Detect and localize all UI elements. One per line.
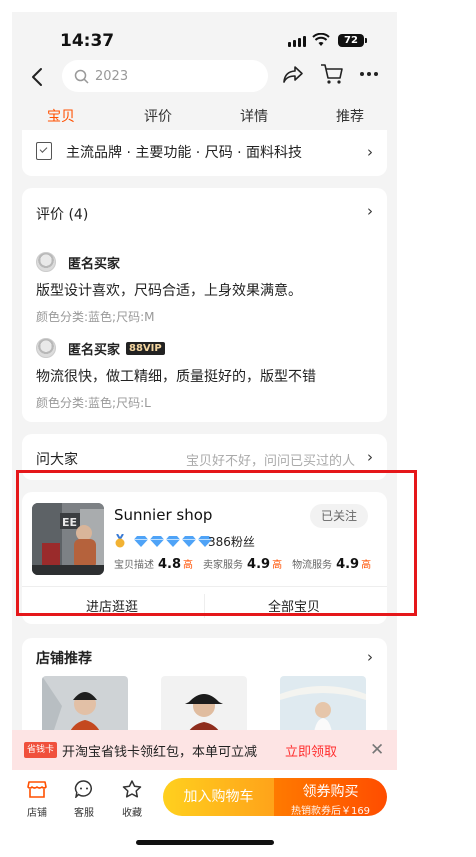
store-button[interactable]: 店铺 <box>20 780 54 819</box>
chevron-right-icon[interactable]: › <box>367 648 373 666</box>
status-bar: 14:37 72 <box>12 12 397 56</box>
diamond-icon <box>150 535 164 547</box>
promo-message: 开淘宝省钱卡领红包，本单可立减 <box>62 745 258 760</box>
home-indicator <box>136 840 274 845</box>
savings-card-tag: 省钱卡 <box>24 742 57 758</box>
score-value: 4.8 <box>158 557 182 572</box>
score-level: 高 <box>361 560 372 571</box>
favorite-button[interactable]: 收藏 <box>115 780 149 819</box>
divider <box>204 594 205 618</box>
chevron-right-icon: › <box>367 202 373 220</box>
medal-icon <box>115 534 125 548</box>
avatar <box>36 252 56 272</box>
score-level: 高 <box>272 560 283 571</box>
tab-items[interactable]: 宝贝 <box>47 106 75 126</box>
shop-name[interactable]: Sunnier shop <box>114 506 212 524</box>
diamond-icon <box>166 535 180 547</box>
score-value: 4.9 <box>336 557 360 572</box>
tab-reviews[interactable]: 评价 <box>144 106 172 126</box>
vip-badge: 88VIP <box>126 341 165 355</box>
cellular-signal-icon <box>288 36 306 47</box>
battery-tip <box>365 38 367 43</box>
review-item: 匿名买家 88VIP 物流很快，做工精细，质量挺好的，版型不错 颜色分类:蓝色;… <box>36 338 376 411</box>
diamond-icon <box>182 535 196 547</box>
review-meta: 颜色分类:蓝色;尺码:L <box>36 396 151 410</box>
params-row[interactable]: 主流品牌 · 主要功能 · 尺码 · 面料科技 › <box>22 130 387 176</box>
share-icon[interactable] <box>282 64 304 84</box>
add-to-cart-button[interactable]: 加入购物车 <box>163 778 274 816</box>
buy-title: 领券购买 <box>302 784 359 800</box>
checklist-icon <box>36 142 52 160</box>
customer-service-button[interactable]: 客服 <box>67 780 101 819</box>
enter-shop-button[interactable]: 进店逛逛 <box>86 596 138 615</box>
store-label: 店铺 <box>27 808 47 819</box>
cart-icon[interactable] <box>320 63 344 85</box>
close-icon[interactable]: ✕ <box>370 740 384 760</box>
service-label: 客服 <box>74 808 94 819</box>
review-text: 版型设计喜欢，尺码合适，上身效果满意。 <box>36 283 302 299</box>
search-icon <box>74 69 89 84</box>
chevron-right-icon: › <box>367 448 373 466</box>
score-label: 物流服务 <box>292 560 333 571</box>
star-icon <box>122 780 142 798</box>
review-username: 匿名买家 <box>68 342 121 358</box>
tab-details[interactable]: 详情 <box>240 106 268 126</box>
battery-icon: 72 <box>338 34 364 47</box>
store-icon <box>27 781 47 798</box>
wifi-icon <box>312 33 330 46</box>
ask-title: 问大家 <box>36 452 78 468</box>
shop-level-badges <box>114 534 212 548</box>
promo-banner[interactable]: 省钱卡 开淘宝省钱卡领红包，本单可立减 立即领取 ✕ <box>12 730 397 770</box>
score-label: 卖家服务 <box>203 560 244 571</box>
avatar <box>36 338 56 358</box>
review-username: 匿名买家 <box>68 256 121 272</box>
shop-scores: 宝贝描述 4.8 高 卖家服务 4.9 高 物流服务 4.9 高 <box>114 556 381 572</box>
score-value: 4.9 <box>247 557 271 572</box>
shop-card[interactable]: EE Sunnier shop 已关注 386粉丝 宝贝描述 4.8 高 卖家服… <box>22 492 387 624</box>
shop-logo-image[interactable]: EE <box>32 503 104 575</box>
status-time: 14:37 <box>60 31 115 51</box>
phone-screen: 14:37 72 2023 宝贝 评价 详情 推荐 主流品牌 · 主要功能 · … <box>12 12 397 857</box>
divider <box>22 586 387 587</box>
review-item: 匿名买家 版型设计喜欢，尺码合适，上身效果满意。 颜色分类:蓝色;尺码:M <box>36 252 376 325</box>
follow-button[interactable]: 已关注 <box>310 504 368 528</box>
score-label: 宝贝描述 <box>114 560 154 571</box>
buy-with-coupon-button[interactable]: 领券购买 热销款券后￥169 <box>274 778 387 817</box>
top-nav: 2023 <box>12 58 397 98</box>
tab-recommend[interactable]: 推荐 <box>336 106 364 126</box>
review-meta: 颜色分类:蓝色;尺码:M <box>36 310 155 324</box>
params-text: 主流品牌 · 主要功能 · 尺码 · 面料科技 <box>66 145 303 161</box>
reviews-card[interactable]: 评价 (4) › 匿名买家 版型设计喜欢，尺码合适，上身效果满意。 颜色分类:蓝… <box>22 188 387 422</box>
chat-bubble-icon <box>74 780 92 800</box>
all-items-button[interactable]: 全部宝贝 <box>268 596 320 615</box>
search-query: 2023 <box>95 68 129 84</box>
svg-text:EE: EE <box>62 516 77 529</box>
diamond-icon <box>134 535 148 547</box>
more-icon[interactable] <box>360 72 378 76</box>
search-input[interactable]: 2023 <box>62 60 268 92</box>
ask-everyone-row[interactable]: 问大家 宝贝好不好，问问已买过的人 › <box>22 434 387 480</box>
claim-now-link[interactable]: 立即领取 <box>285 741 337 760</box>
back-arrow-icon[interactable] <box>28 66 48 88</box>
recommend-title: 店铺推荐 <box>36 651 92 667</box>
shop-fans-count: 386粉丝 <box>208 535 255 549</box>
favorite-label: 收藏 <box>122 808 142 819</box>
review-text: 物流很快，做工精细，质量挺好的，版型不错 <box>36 369 316 385</box>
bottom-action-bar: 店铺 客服 收藏 加入购物车 领券购买 热销款券后￥169 <box>12 770 397 857</box>
reviews-title: 评价 (4) <box>36 207 89 223</box>
buy-subtitle: 热销款券后￥169 <box>290 806 371 817</box>
ask-hint: 宝贝好不好，问问已买过的人 <box>185 454 355 469</box>
score-level: 高 <box>183 560 194 571</box>
chevron-right-icon: › <box>367 143 373 161</box>
